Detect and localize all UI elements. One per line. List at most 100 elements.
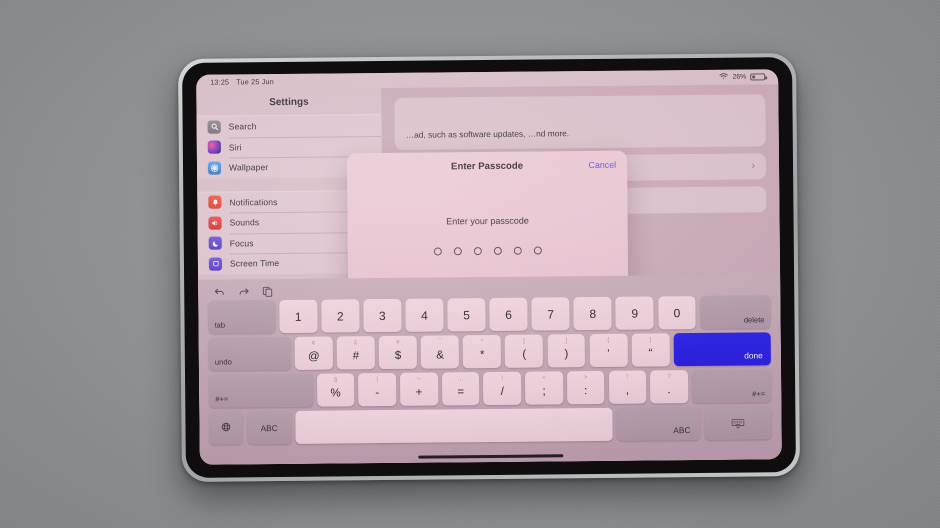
key-secondary-label: ~ — [416, 375, 421, 383]
key-6[interactable]: 6 — [489, 297, 528, 331]
sidebar-item-search[interactable]: Search — [197, 115, 382, 137]
key-quote-double[interactable]: } “ — [631, 333, 670, 367]
dialog-header: Enter Passcode Cancel — [347, 151, 627, 182]
key-label: 0 — [673, 305, 681, 320]
undo-icon[interactable] — [213, 285, 226, 298]
passcode-dot — [433, 247, 442, 256]
key-3[interactable]: 3 — [363, 298, 402, 333]
passcode-dot — [493, 246, 502, 255]
key-label: ; — [542, 385, 546, 398]
page-title: Settings — [269, 96, 309, 109]
sidebar-item-label: Focus — [229, 238, 254, 249]
key-label: % — [330, 387, 341, 400]
key-colon[interactable]: >: — [566, 370, 605, 405]
keyboard-row: ABC ABC — [205, 406, 775, 445]
key-hash[interactable]: £ # — [336, 336, 375, 370]
device-bezel: 1 3: 2 5 Tue 25 Jun 26% Settings Search Sir… — [182, 57, 796, 478]
siri-icon — [207, 140, 221, 154]
key-comma[interactable]: !, — [608, 370, 647, 404]
passcode-prompt: Enter your passcode — [446, 215, 529, 227]
key-label: : — [584, 385, 588, 398]
key-label: ‘ — [607, 347, 610, 360]
key-paren-open[interactable]: [( — [505, 334, 544, 368]
key-secondary-label: … — [457, 375, 464, 383]
key-percent[interactable]: §% — [316, 373, 355, 407]
key-quote-single[interactable]: {‘ — [589, 333, 628, 368]
speaker-icon — [208, 216, 222, 230]
device-screen: 1 3: 2 5 Tue 25 Jun 26% Settings Search Sir… — [196, 69, 782, 465]
keyboard-rows: tab 1 2 3 4 5 6 7 8 9 0 delete undo ¢ @ £ # ¥ $ ¯ & ^ *[(]){‘}… — [204, 295, 775, 445]
dismiss-keyboard-key[interactable] — [704, 406, 772, 440]
key-secondary-label: } — [649, 336, 652, 344]
key-label: ABC — [673, 425, 691, 436]
key-label: 7 — [547, 306, 555, 321]
key-at[interactable]: ¢ @ — [294, 336, 333, 370]
key-label: 9 — [631, 306, 639, 321]
abc-key-right[interactable]: ABC — [616, 406, 701, 441]
key-label: ) — [564, 348, 569, 361]
paste-icon[interactable] — [261, 285, 274, 298]
key-semicolon[interactable]: <; — [525, 371, 563, 405]
redo-icon[interactable] — [237, 285, 250, 298]
key-label: 8 — [589, 306, 597, 321]
abc-key-left[interactable]: ABC — [247, 410, 292, 445]
key-label: ABC — [260, 422, 278, 433]
symbols-key-left[interactable]: #+= — [209, 373, 313, 408]
passcode-dot — [453, 247, 462, 256]
key-equals[interactable]: … = — [441, 372, 480, 406]
key-label: $ — [394, 349, 402, 362]
key-0[interactable]: 0 — [657, 296, 697, 330]
undo-key[interactable]: undo — [208, 336, 291, 371]
space-key[interactable] — [295, 407, 613, 444]
key-secondary-label: { — [607, 336, 610, 344]
wallpaper-icon — [207, 161, 222, 175]
key-label: 2 — [336, 308, 344, 323]
keyboard-row: undo ¢ @ £ # ¥ $ ¯ & ^ *[(]){‘} “done — [205, 332, 775, 371]
key-label: . — [667, 384, 671, 397]
search-icon — [207, 120, 221, 134]
key-8[interactable]: 8 — [573, 296, 612, 331]
key-1[interactable]: 1 — [279, 299, 318, 334]
key-secondary-label: \ — [501, 374, 504, 382]
keyboard-row: #+= §% | - ~ +… = \ / <; >:!,?. #+= — [205, 369, 775, 408]
globe-key[interactable] — [209, 411, 244, 445]
home-indicator — [418, 454, 564, 459]
cancel-button[interactable]: Cancel — [589, 160, 616, 170]
key-secondary-label: < — [542, 374, 546, 382]
sidebar-item-label: Notifications — [229, 196, 278, 208]
sidebar-item-label: Sounds — [229, 217, 260, 228]
delete-key[interactable]: delete — [699, 295, 771, 329]
key-7[interactable]: 7 — [531, 297, 570, 331]
passcode-dots[interactable] — [348, 246, 628, 257]
key-dollar[interactable]: ¥ $ — [378, 335, 418, 370]
chevron-right-icon: › — [751, 160, 756, 172]
key-slash[interactable]: \ / — [483, 371, 522, 406]
passcode-dot — [473, 247, 482, 256]
key-period[interactable]: ?. — [650, 370, 688, 404]
key-label: & — [436, 349, 444, 362]
done-key[interactable]: done — [673, 332, 771, 367]
key-9[interactable]: 9 — [615, 296, 654, 330]
key-label: - — [375, 387, 380, 400]
key-secondary-label: ¯ — [438, 338, 442, 346]
tab-key[interactable]: tab — [208, 300, 276, 334]
key-asterisk[interactable]: ^ * — [463, 334, 502, 369]
key-2[interactable]: 2 — [321, 299, 360, 333]
key-paren-close[interactable]: ]) — [547, 334, 586, 368]
key-plus[interactable]: ~ + — [400, 372, 438, 406]
key-5[interactable]: 5 — [447, 298, 486, 332]
key-label: 5 — [463, 307, 470, 322]
info-card: …ad, such as software updates, …nd more. — [394, 94, 766, 151]
key-secondary-label: ? — [667, 373, 671, 381]
symbols-key-right[interactable]: #+= — [691, 369, 772, 404]
battery-percent-label: 26% — [732, 73, 747, 81]
key-label: @ — [307, 350, 320, 363]
wifi-icon — [719, 73, 729, 82]
key-ampersand[interactable]: ¯ & — [420, 335, 460, 369]
key-hyphen[interactable]: | - — [358, 372, 397, 407]
key-4[interactable]: 4 — [405, 298, 444, 332]
key-label: = — [457, 386, 465, 399]
key-label: 4 — [421, 308, 428, 323]
status-date: Tue 25 Jun — [236, 77, 274, 87]
key-secondary-label: ] — [565, 337, 568, 345]
